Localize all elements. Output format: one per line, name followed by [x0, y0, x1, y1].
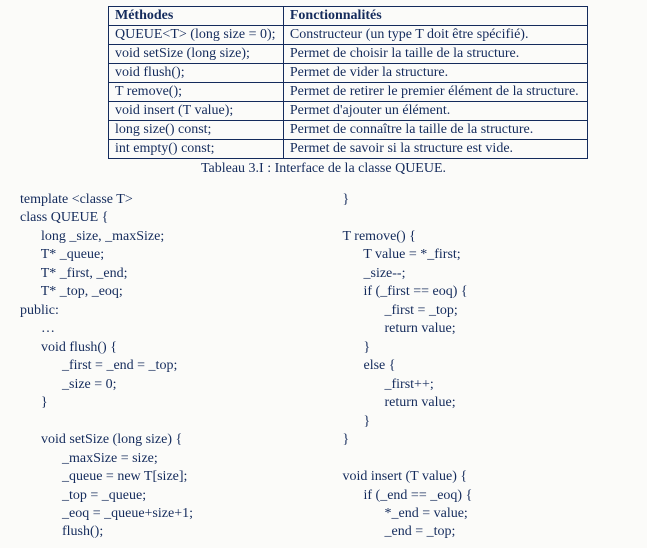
cell-feature: Permet de connaître la taille de la stru… — [283, 121, 587, 140]
code-listing: template <classe T> class QUEUE { long _… — [20, 191, 637, 542]
header-features: Fonctionnalités — [283, 7, 587, 26]
table-row: T remove(); Permet de retirer le premier… — [109, 83, 588, 102]
cell-method: long size() const; — [109, 121, 284, 140]
header-methods: Méthodes — [109, 7, 284, 26]
table-row: void insert (T value); Permet d'ajouter … — [109, 102, 588, 121]
cell-feature: Permet d'ajouter un élément. — [283, 102, 587, 121]
cell-feature: Permet de vider la structure. — [283, 64, 587, 83]
table-caption: Tableau 3.I : Interface de la classe QUE… — [10, 161, 637, 177]
cell-method: void flush(); — [109, 64, 284, 83]
table-row: QUEUE<T> (long size = 0); Constructeur (… — [109, 26, 588, 45]
table-row: void flush(); Permet de vider la structu… — [109, 64, 588, 83]
code-left-column: template <classe T> class QUEUE { long _… — [20, 191, 315, 542]
interface-table: Méthodes Fonctionnalités QUEUE<T> (long … — [108, 6, 588, 159]
cell-method: void setSize (long size); — [109, 45, 284, 64]
cell-method: int empty() const; — [109, 140, 284, 159]
cell-feature: Constructeur (un type T doit être spécif… — [283, 26, 587, 45]
table-row: void setSize (long size); Permet de choi… — [109, 45, 588, 64]
cell-method: QUEUE<T> (long size = 0); — [109, 26, 284, 45]
cell-method: void insert (T value); — [109, 102, 284, 121]
table-row: long size() const; Permet de connaître l… — [109, 121, 588, 140]
table-row: int empty() const; Permet de savoir si l… — [109, 140, 588, 159]
cell-feature: Permet de choisir la taille de la struct… — [283, 45, 587, 64]
cell-feature: Permet de savoir si la structure est vid… — [283, 140, 587, 159]
cell-method: T remove(); — [109, 83, 284, 102]
code-right-column: } T remove() { T value = *_first; _size-… — [343, 191, 638, 542]
table-header-row: Méthodes Fonctionnalités — [109, 7, 588, 26]
cell-feature: Permet de retirer le premier élément de … — [283, 83, 587, 102]
